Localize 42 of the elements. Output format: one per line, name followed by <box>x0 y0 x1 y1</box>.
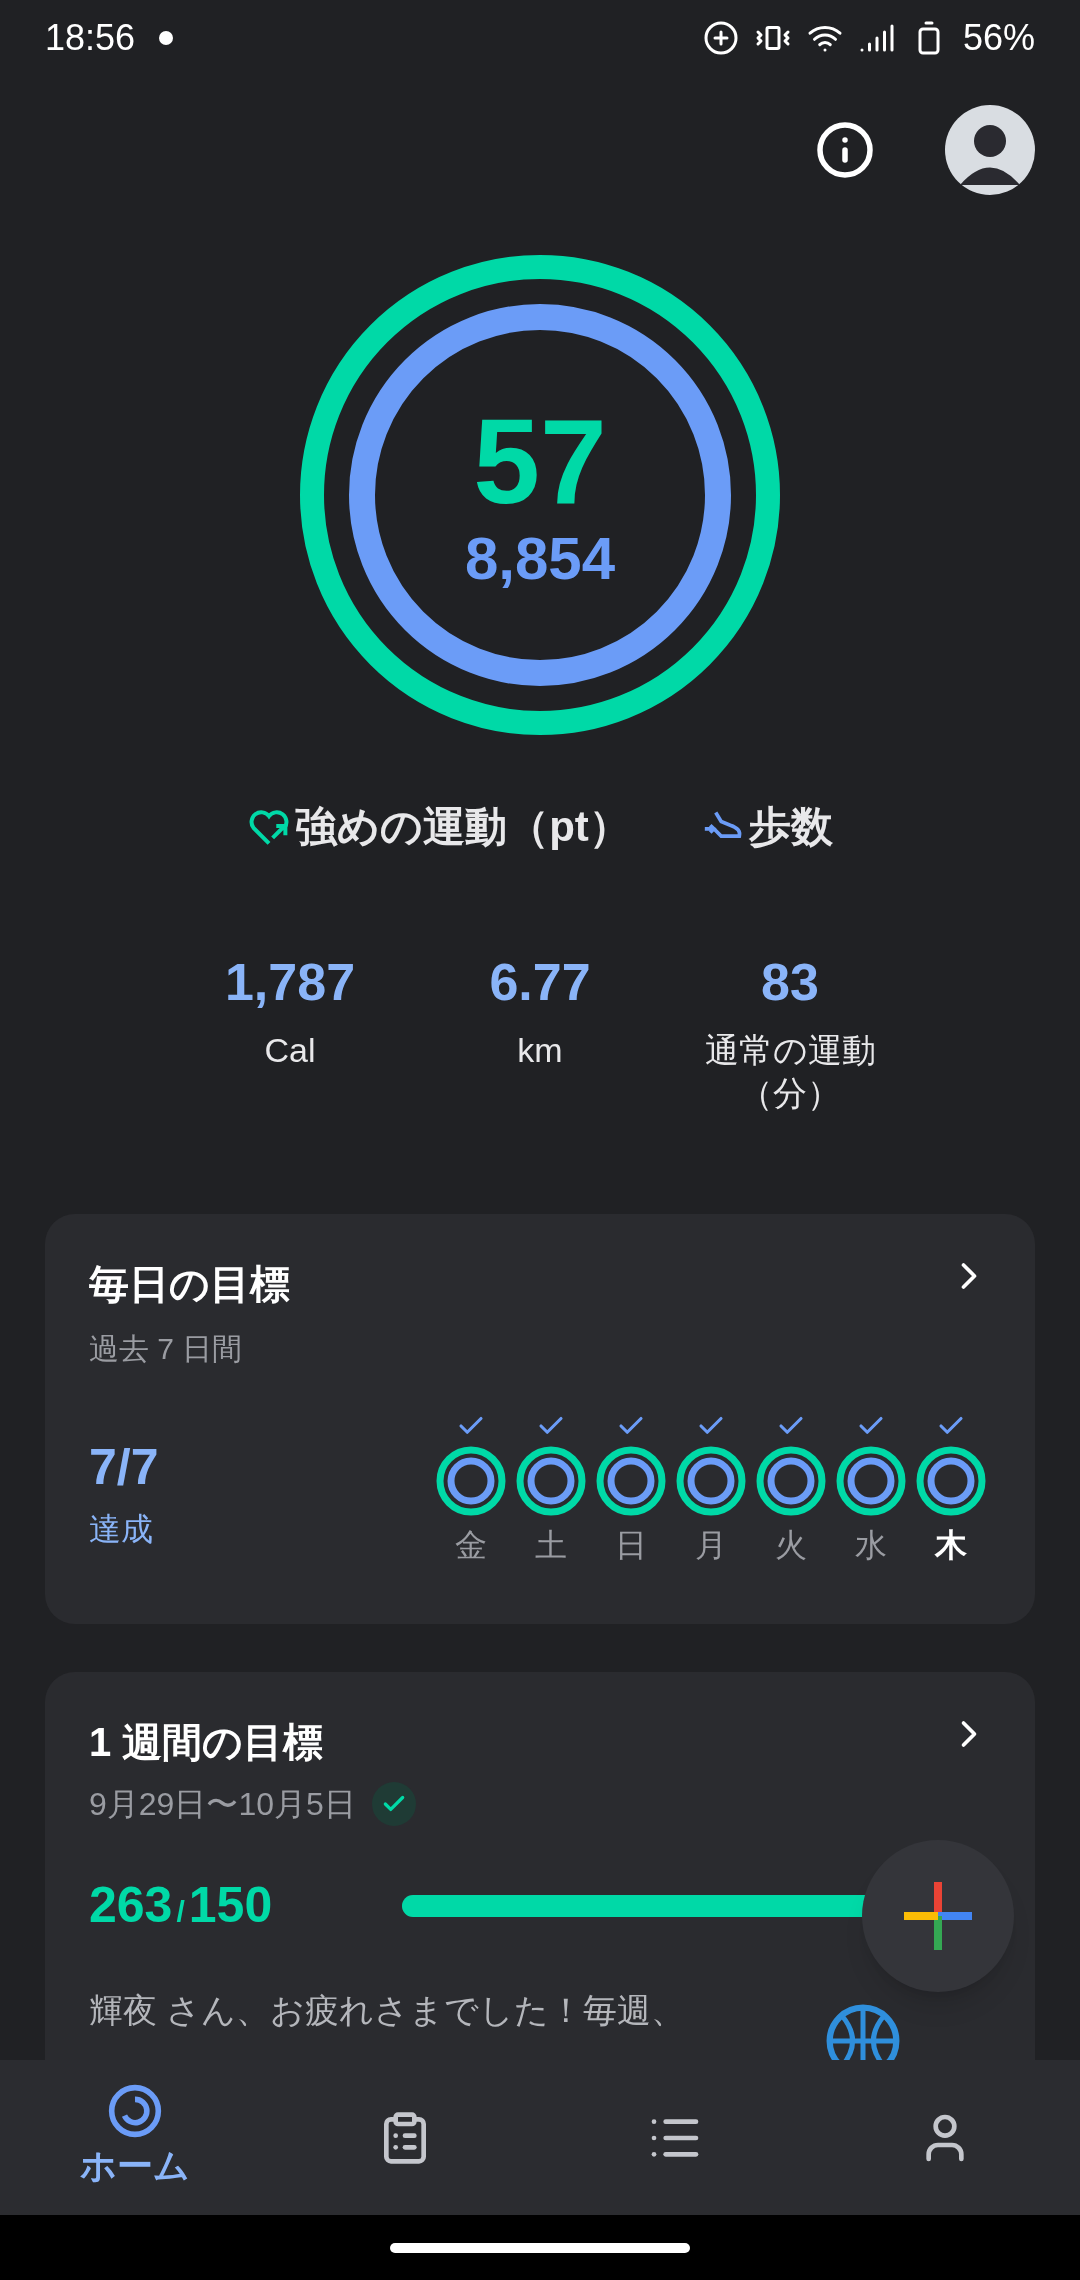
day-ring-icon <box>515 1445 587 1517</box>
day-ring-icon <box>915 1445 987 1517</box>
stat-value: 6.77 <box>489 952 591 1013</box>
status-time: 18:56 <box>45 15 136 60</box>
heart-points-value: 57 <box>473 401 607 521</box>
card-subtitle: 過去 7 日間 <box>89 1331 244 1367</box>
daily-goal-card[interactable]: 毎日の目標 過去 7 日間 7/7 達成 金 土 日 月 火 水 木 <box>45 1214 1035 1624</box>
date-range: 9月29日〜10月5日 <box>89 1785 356 1824</box>
avatar[interactable] <box>945 105 1035 195</box>
day-ring-icon <box>835 1445 907 1517</box>
steps-value: 8,854 <box>464 529 616 589</box>
stat-value: 83 <box>761 952 819 1013</box>
home-icon <box>107 2082 163 2139</box>
card-title: 1 週間の目標 <box>89 1719 324 1766</box>
card-title: 毎日の目標 <box>89 1261 290 1308</box>
day-ring-icon <box>675 1445 747 1517</box>
achieved-label: 達成 <box>89 1510 154 1549</box>
info-button[interactable] <box>815 120 875 180</box>
home-indicator[interactable] <box>390 2242 690 2253</box>
nav-tab[interactable]: ホーム <box>0 2060 270 2215</box>
stat-value: 1,787 <box>224 952 356 1013</box>
plus-icon <box>904 1882 972 1950</box>
day-ring-icon <box>595 1445 667 1517</box>
day-ring-icon <box>755 1445 827 1517</box>
stat-label: km <box>517 1030 563 1071</box>
day-label: 木 <box>935 1526 967 1565</box>
weekly-points: 263/150 <box>89 1876 273 1935</box>
day-ring-icon <box>435 1445 507 1517</box>
stat-label: 通常の運動（分） <box>703 1030 877 1114</box>
day-label: 金 <box>455 1526 487 1565</box>
day-label: 土 <box>535 1526 567 1565</box>
legend-label: 強めの運動（pt） <box>295 802 631 852</box>
data-saver-icon <box>702 19 739 56</box>
goal-message: 輝夜 さん、お疲れさまでした！毎週、 <box>89 1990 687 2031</box>
day-label: 水 <box>855 1526 887 1565</box>
battery-level: 56% <box>962 15 1035 60</box>
day-label: 火 <box>775 1526 807 1565</box>
legend-label: 歩数 <box>748 802 833 852</box>
day-label: 日 <box>615 1526 647 1565</box>
stat-label: Cal <box>264 1030 316 1071</box>
achieved-count: 7/7 <box>89 1438 159 1497</box>
day-label: 月 <box>695 1526 727 1565</box>
